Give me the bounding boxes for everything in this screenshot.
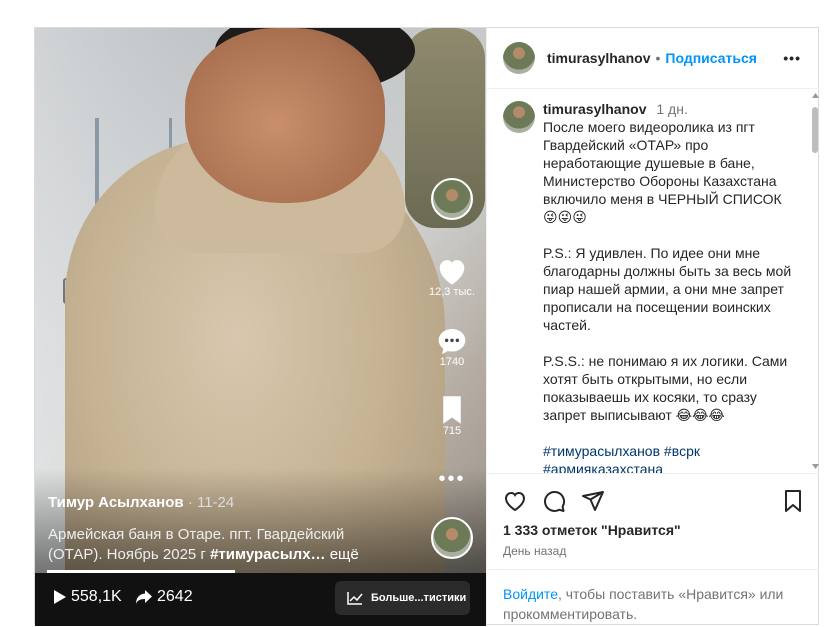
bookmark-save-icon[interactable] (783, 489, 803, 513)
caption-line-2: (ОТАР). Ноябрь 2025 г #тимурасылх… ещё (48, 545, 388, 565)
caption-body: timurasylhanov 1 дн. После моего видеоро… (543, 100, 793, 473)
caption-username[interactable]: timurasylhanov (543, 101, 646, 117)
caption-avatar[interactable] (503, 101, 535, 133)
caption-hashtags-1[interactable]: #тимурасылханов #вcрк (543, 442, 793, 460)
caption-paragraph-1: После моего видеоролика из пгт Гвардейск… (543, 119, 782, 225)
post-header: timurasylhanov • Подписаться ••• (487, 28, 819, 89)
action-section: 1 333 отметок "Нравится" День назад (487, 473, 819, 584)
side-avatar[interactable] (427, 178, 477, 220)
save-count: 715 (442, 425, 462, 437)
more-options-icon[interactable]: ••• (427, 468, 477, 491)
views-stat: 558,1K (53, 588, 122, 606)
share-arrow-icon (136, 590, 152, 604)
comment-bubble-icon[interactable] (436, 326, 468, 356)
follow-button[interactable]: Подписаться (665, 50, 757, 66)
comment-control[interactable]: 1740 (427, 326, 477, 368)
header-avatar[interactable] (503, 42, 535, 74)
views-count: 558,1K (71, 588, 122, 605)
comment-icon[interactable] (542, 489, 566, 513)
author-avatar[interactable] (431, 178, 473, 220)
header-username[interactable]: timurasylhanov (547, 50, 650, 66)
caption-more-link[interactable]: ещё (326, 546, 359, 563)
login-prompt: Войдите, чтобы поставить «Нравится» или … (487, 569, 819, 627)
comments-area[interactable]: timurasylhanov 1 дн. После моего видеоро… (487, 89, 809, 473)
header-separator: • (655, 50, 661, 66)
caption-paragraph-2: P.S.: Я удивлен. По идее они мне благода… (543, 245, 792, 333)
comments-scrollbar[interactable] (810, 89, 819, 473)
comment-count: 1740 (439, 356, 465, 368)
share-send-icon[interactable] (581, 489, 605, 513)
caption-hashtag[interactable]: #тимурасылх… (210, 546, 325, 563)
save-control[interactable]: 715 (427, 395, 477, 437)
login-text: Войдите, чтобы поставить «Нравится» или … (503, 584, 793, 624)
post-sidebar: timurasylhanov • Подписаться ••• timuras… (486, 28, 819, 626)
media-author[interactable]: Тимур Асылханов · 11-24 (48, 494, 234, 511)
play-icon (54, 590, 66, 604)
caption-line-1: Армейская баня в Отаре. пгт. Гвардейский (48, 526, 345, 543)
like-control[interactable]: 12,3 тыс. (427, 256, 477, 298)
bookmark-icon[interactable] (439, 395, 465, 425)
shares-count: 2642 (157, 588, 193, 605)
media-author-name[interactable]: Тимур Асылханов (48, 494, 184, 511)
posted-ago[interactable]: День назад (503, 544, 566, 558)
sound-avatar[interactable] (431, 517, 473, 559)
login-link[interactable]: Войдите (503, 586, 558, 602)
scrollbar-thumb[interactable] (812, 107, 818, 153)
likes-count[interactable]: 1 333 отметок "Нравится" (503, 522, 681, 538)
caption-header: timurasylhanov 1 дн. (543, 100, 793, 118)
music-avatar[interactable] (427, 517, 477, 559)
caption-time[interactable]: 1 дн. (656, 101, 687, 117)
playback-progress[interactable] (47, 570, 235, 573)
shares-stat: 2642 (135, 588, 193, 606)
media-date: · 11-24 (187, 494, 235, 511)
face (185, 28, 385, 203)
stats-label: Больше...тистики (371, 592, 467, 604)
more-options-icon[interactable]: ••• (783, 50, 801, 66)
post-container: 12,3 тыс. 1740 715 ••• Тимур Асылханов ·… (34, 27, 819, 626)
like-heart-icon[interactable] (503, 490, 527, 512)
caption-paragraph-3: P.S.S.: не понимаю я их логики. Сами хот… (543, 353, 788, 423)
caption-hashtags-2[interactable]: #армияказахстана (543, 460, 793, 473)
heart-icon[interactable] (435, 256, 469, 286)
line-chart-icon (347, 592, 363, 605)
like-count: 12,3 тыс. (429, 286, 475, 298)
post-media[interactable]: 12,3 тыс. 1740 715 ••• Тимур Асылханов ·… (35, 28, 486, 626)
media-caption: Армейская баня в Отаре. пгт. Гвардейский… (48, 525, 388, 565)
stats-button[interactable]: Больше...тистики (335, 581, 470, 615)
scroll-up-arrow-icon[interactable] (811, 92, 820, 100)
caption-line-2-text: (ОТАР). Ноябрь 2025 г (48, 546, 211, 563)
scroll-down-arrow-icon[interactable] (811, 462, 820, 470)
